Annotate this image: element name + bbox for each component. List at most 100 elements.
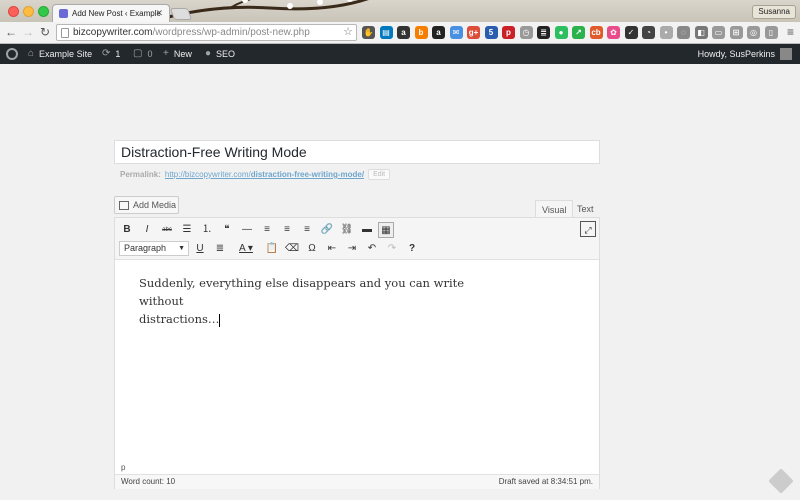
tablet-icon[interactable]: ▯ [764,26,778,39]
dot-icon[interactable]: • [659,26,673,39]
address-bar[interactable]: bizcopywriter.com/wordpress/wp-admin/pos… [56,24,357,41]
speed-icon[interactable]: ◔ [642,26,655,39]
horizontal-rule-button[interactable]: — [239,222,255,238]
pocket-icon[interactable]: ◌ [677,26,690,39]
outdent-button[interactable]: ⇤ [324,241,340,257]
comments-count: 0 [147,49,153,59]
undo-button[interactable]: ↶ [364,241,380,257]
back-arrow-icon[interactable]: ← [4,25,18,39]
redo-button[interactable]: ↷ [384,241,400,257]
seo-menu-link[interactable]: ● SEO [205,44,235,64]
wayback-icon[interactable]: ◷ [519,26,533,39]
trello-icon[interactable]: ▤ [379,26,393,39]
special-character-button[interactable]: Ω [304,241,320,257]
new-label: New [173,49,192,59]
align-right-button[interactable]: ≡ [299,222,315,238]
hand-icon[interactable]: ✋ [362,26,375,39]
permalink-base: http://bizcopywriter.com/ [164,170,251,179]
justify-button[interactable]: ≣ [212,241,228,257]
window-icon[interactable]: ▭ [712,26,725,39]
profile-button[interactable]: Susanna [752,5,796,19]
site-name-link[interactable]: ⌂ Example Site [28,44,92,64]
indent-button[interactable]: ⇥ [344,241,360,257]
color-wheel-icon[interactable]: ✿ [607,26,620,39]
updates-icon: ⟳ [102,48,111,59]
numbered-list-button[interactable]: ⒈ [199,222,215,238]
fullscreen-button[interactable]: ⤢ [580,221,596,237]
reload-icon[interactable]: ↻ [38,25,52,39]
permalink-label: Permalink: [120,170,161,179]
comments-link[interactable]: ▢ 0 [133,44,152,64]
underline-button[interactable]: U [192,241,208,257]
home-icon: ⌂ [28,48,35,59]
buffer-icon[interactable]: ≣ [537,26,550,39]
help-button[interactable]: ? [404,241,420,257]
howdy-text: Howdy, SusPerkins [697,49,775,59]
post-title-input[interactable]: Distraction-Free Writing Mode [114,140,600,164]
url-host: bizcopywriter.com [73,27,153,38]
tab-close-icon[interactable]: ✕ [155,8,163,19]
align-center-button[interactable]: ≡ [279,222,295,238]
align-left-button[interactable]: ≡ [259,222,275,238]
remove-link-button[interactable]: ⛓ [339,222,355,238]
feedback-diamond-icon[interactable] [768,468,794,494]
plus-icon: + [163,48,169,59]
tab-title: Add New Post ‹ Example Si [72,9,160,18]
todo-icon[interactable]: ✓ [624,26,638,39]
updates-link[interactable]: ⟳ 1 [102,44,120,64]
shield-icon[interactable]: ◧ [694,26,708,39]
amazon-icon[interactable]: a [397,26,410,39]
strikethrough-button[interactable]: abc [159,222,175,238]
comment-icon: ▢ [133,48,143,59]
pinterest-icon[interactable]: p [502,26,515,39]
bookmark-star-icon[interactable]: ☆ [343,25,353,40]
browser-tab-active[interactable]: Add New Post ‹ Example Si ✕ [52,4,170,22]
capture-icon[interactable]: ⊞ [729,26,743,39]
minimize-window-button[interactable] [23,6,34,17]
chrome-menu-icon[interactable]: ≡ [787,25,794,39]
blogger-icon[interactable]: b [414,26,428,39]
page-icon [61,28,69,38]
forward-arrow-icon[interactable]: → [21,25,35,39]
format-select[interactable]: Paragraph ▼ [119,241,189,256]
italic-button[interactable]: I [139,222,155,238]
add-media-button[interactable]: Add Media [114,196,179,214]
editor-status-bar: Word count: 10 Draft saved at 8:34:51 pm… [115,474,599,489]
amazon-smile-icon[interactable]: a [432,26,445,39]
insert-link-button[interactable]: 🔗 [319,222,335,238]
mail-icon[interactable]: ✉ [449,26,463,39]
site-name: Example Site [39,49,93,59]
account-menu-link[interactable]: Howdy, SusPerkins [698,44,792,64]
ring-icon[interactable]: ◎ [747,26,760,39]
permalink-url[interactable]: http://bizcopywriter.com/distraction-fre… [165,170,364,179]
permalink-edit-button[interactable]: Edit [368,169,391,180]
cb-icon[interactable]: cb [589,26,603,39]
maximize-window-button[interactable] [38,6,49,17]
feedly-icon[interactable]: ↗ [572,26,585,39]
close-window-button[interactable] [8,6,19,17]
content-line-1: Suddenly, everything else disappears and… [139,276,465,308]
tab-visual[interactable]: Visual [535,200,574,218]
media-icon [119,200,129,210]
bold-button[interactable]: B [119,222,135,238]
new-content-link[interactable]: + New [163,44,192,64]
clear-formatting-button[interactable]: ⌫ [284,241,300,257]
text-color-button[interactable]: A ▾ [232,241,260,257]
editor-content[interactable]: Suddenly, everything else disappears and… [139,274,479,328]
word-count: Word count: 10 [121,477,176,486]
paste-text-button[interactable]: 📋 [264,241,280,257]
bullet-list-button[interactable]: ☰ [179,222,195,238]
blockquote-button[interactable]: ❝ [219,222,235,238]
new-tab-button[interactable] [169,8,193,20]
browser-titlebar: Add New Post ‹ Example Si ✕ Susanna [0,0,800,22]
tab-text[interactable]: Text [571,200,600,218]
wordpress-favicon-icon [59,9,68,18]
toolbar-toggle-button[interactable]: ▦ [378,222,394,238]
five-icon[interactable]: 5 [484,26,498,39]
google-plus-icon[interactable]: g+ [467,26,480,39]
read-more-button[interactable]: ▬ [359,222,375,238]
element-path: p [121,463,126,472]
editor-toolbar: B Iabc ☰ ⒈ ❝ — ≡ ≡ ≡ 🔗 ⛓ ▬ ▦ Paragraph ▼ U ≣ A ▾ 📋 ⌫ Ω ⇤ ⇥ ↶… [115,218,599,260]
evernote-icon[interactable]: ● [554,26,568,39]
wordpress-logo-icon[interactable] [6,44,18,64]
